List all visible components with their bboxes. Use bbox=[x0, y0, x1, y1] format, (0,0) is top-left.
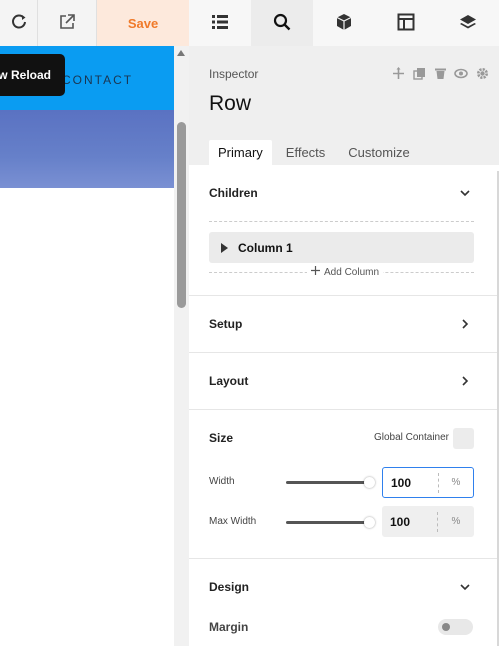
scroll-up-arrow-icon[interactable] bbox=[177, 50, 185, 56]
max-width-label: Max Width bbox=[209, 516, 257, 527]
plus-icon bbox=[311, 266, 320, 278]
layout-section[interactable]: Layout bbox=[189, 353, 499, 410]
max-width-slider-thumb[interactable] bbox=[364, 517, 375, 528]
margin-toggle[interactable] bbox=[438, 619, 473, 635]
tab-templates[interactable] bbox=[375, 0, 437, 46]
tab-primary[interactable]: Primary bbox=[209, 140, 272, 165]
max-width-unit-select[interactable]: % bbox=[438, 516, 474, 527]
list-icon bbox=[211, 14, 229, 33]
tab-customize[interactable]: Customize bbox=[339, 140, 418, 165]
element-actions bbox=[391, 66, 489, 80]
add-column-button[interactable]: Add Column bbox=[307, 266, 384, 278]
margin-toggle-knob bbox=[442, 623, 450, 631]
chevron-down-icon[interactable] bbox=[459, 581, 471, 593]
search-icon bbox=[273, 13, 291, 34]
width-unit-select[interactable]: % bbox=[439, 477, 473, 488]
expand-triangle-icon[interactable] bbox=[221, 242, 228, 253]
preview-scroll-thumb[interactable] bbox=[177, 122, 186, 308]
layers-icon bbox=[459, 13, 477, 34]
width-value[interactable]: 100 bbox=[383, 476, 438, 490]
child-item-label: Column 1 bbox=[238, 240, 293, 255]
tab-effects[interactable]: Effects bbox=[277, 140, 335, 165]
layout-icon bbox=[397, 13, 415, 34]
setup-section-title: Setup bbox=[209, 317, 243, 331]
tab-inspector[interactable] bbox=[251, 0, 313, 46]
setup-section[interactable]: Setup bbox=[189, 296, 499, 353]
children-divider bbox=[209, 221, 474, 222]
settings-icon[interactable] bbox=[475, 66, 489, 80]
size-section-title: Size bbox=[209, 431, 234, 445]
tab-layers[interactable] bbox=[437, 0, 499, 46]
max-width-value[interactable]: 100 bbox=[382, 515, 437, 529]
cube-icon bbox=[335, 13, 353, 34]
width-input[interactable]: 100 % bbox=[382, 467, 474, 498]
reload-tooltip: Preview Reload bbox=[0, 54, 65, 96]
inspector-tabs: Primary Effects Customize bbox=[209, 140, 424, 165]
width-slider-thumb[interactable] bbox=[364, 477, 375, 488]
move-icon[interactable] bbox=[391, 66, 405, 80]
hero-section bbox=[0, 110, 174, 188]
nav-contact-link[interactable]: CONTACT bbox=[62, 73, 133, 87]
duplicate-icon[interactable] bbox=[412, 66, 426, 80]
preview-toolbar: Save bbox=[0, 0, 189, 46]
top-tab-bar bbox=[189, 0, 499, 46]
global-container-checkbox[interactable] bbox=[453, 428, 474, 449]
tab-elements[interactable] bbox=[313, 0, 375, 46]
reload-icon bbox=[10, 13, 28, 34]
inspector-panel: Inspector Row Primary Effects Customize bbox=[189, 46, 499, 646]
layout-section-title: Layout bbox=[209, 374, 249, 388]
children-section-title[interactable]: Children bbox=[209, 186, 258, 200]
inspector-label: Inspector bbox=[209, 67, 259, 81]
visibility-icon[interactable] bbox=[454, 66, 468, 80]
child-item-column-1[interactable]: Column 1 bbox=[209, 232, 474, 263]
chevron-right-icon bbox=[459, 318, 471, 330]
global-container-label: Global Container bbox=[373, 432, 449, 443]
width-slider[interactable] bbox=[286, 481, 370, 484]
margin-label: Margin bbox=[209, 620, 249, 634]
reload-button[interactable] bbox=[0, 0, 38, 46]
chevron-right-icon bbox=[459, 375, 471, 387]
site-preview: CONTACT Preview Reload bbox=[0, 0, 189, 646]
inspector-header: Inspector Row Primary Effects Customize bbox=[189, 46, 499, 165]
save-button[interactable]: Save bbox=[97, 0, 189, 46]
width-label: Width bbox=[209, 476, 235, 487]
max-width-slider[interactable] bbox=[286, 521, 370, 524]
max-width-input[interactable]: 100 % bbox=[382, 506, 474, 537]
design-section-title[interactable]: Design bbox=[209, 580, 249, 594]
add-column-label: Add Column bbox=[324, 266, 380, 278]
open-external-button[interactable] bbox=[38, 0, 97, 46]
chevron-down-icon[interactable] bbox=[459, 187, 471, 199]
tab-outline[interactable] bbox=[189, 0, 251, 46]
delete-icon[interactable] bbox=[433, 66, 447, 80]
external-link-icon bbox=[58, 13, 76, 34]
element-title: Row bbox=[209, 92, 252, 115]
